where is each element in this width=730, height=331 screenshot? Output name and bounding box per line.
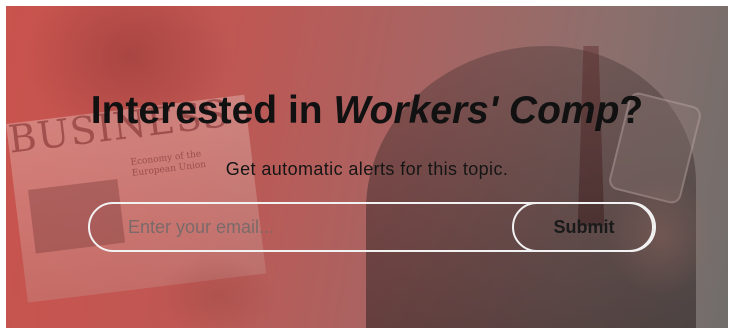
headline-topic: Workers' Comp <box>333 89 620 132</box>
subheadline: Get automatic alerts for this topic. <box>225 159 509 179</box>
alert-signup-banner: BUSINESS Economy of the European Union I… <box>6 6 728 328</box>
email-signup-form: Submit <box>88 202 656 254</box>
headline-suffix: ? <box>619 89 644 132</box>
headline-prefix: Interested in <box>90 89 334 132</box>
submit-button[interactable]: Submit <box>512 202 656 252</box>
headline: Interested in Workers' Comp? <box>6 88 728 134</box>
banner-content: Interested in Workers' Comp? Get automat… <box>6 6 728 328</box>
